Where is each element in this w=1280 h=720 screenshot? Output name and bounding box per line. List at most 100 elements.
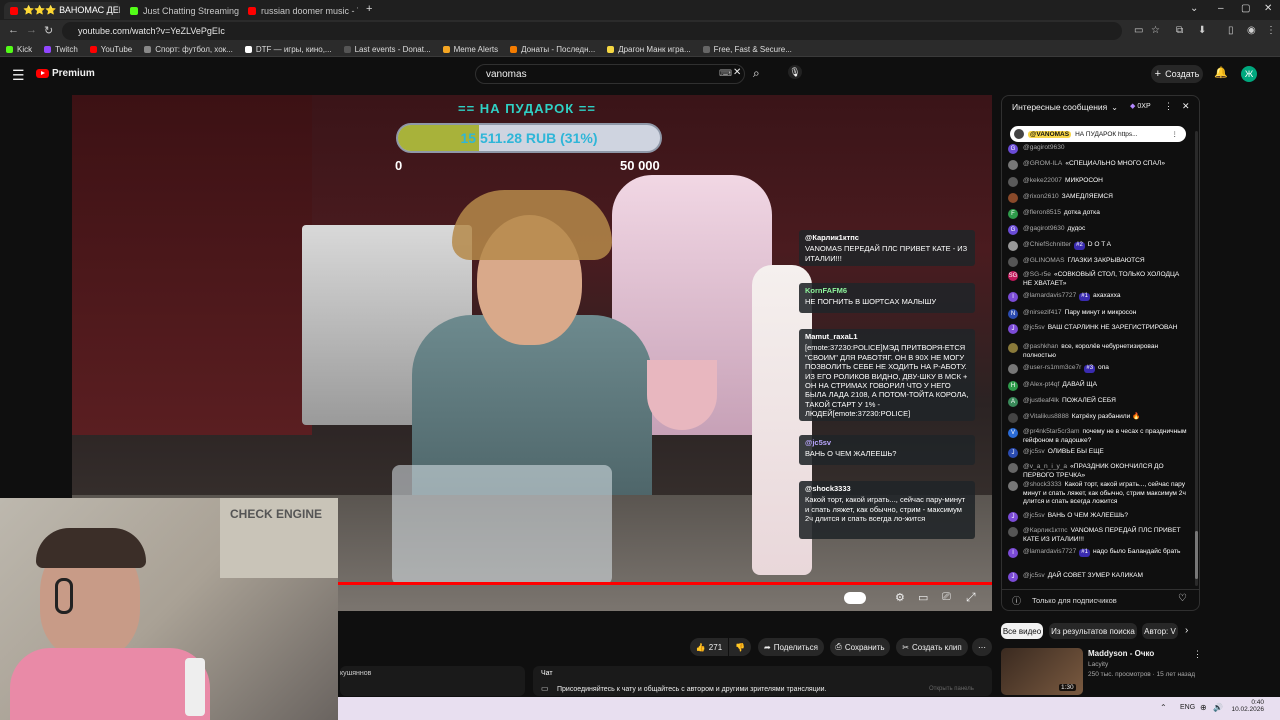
tray-chevron-icon[interactable]: ⌃ bbox=[1160, 703, 1167, 712]
network-icon[interactable]: ⊕ bbox=[1200, 703, 1207, 712]
profile-icon[interactable]: ◉ bbox=[1247, 25, 1256, 36]
chat-avatar[interactable]: V bbox=[1008, 428, 1018, 438]
tab-just-chatting[interactable]: Just Chatting Streaming - Live ✕ bbox=[124, 2, 240, 19]
volume-icon[interactable]: 🔊 bbox=[1213, 703, 1223, 712]
bookmark-donations[interactable]: Донаты - Последн... bbox=[510, 45, 595, 54]
menu-icon[interactable]: ⋮ bbox=[1266, 25, 1276, 36]
rec-channel[interactable]: Lacyity bbox=[1088, 661, 1108, 668]
fullscreen-icon[interactable]: ⤢ bbox=[966, 590, 976, 605]
like-button[interactable]: 👍 271 bbox=[690, 638, 728, 656]
pinned-more-icon[interactable]: ⋮ bbox=[1172, 130, 1179, 138]
chat-username[interactable]: @Alex-pt4qf bbox=[1023, 381, 1059, 388]
chevron-right-icon[interactable]: › bbox=[1185, 625, 1188, 636]
cast-icon[interactable]: ⎚ bbox=[942, 591, 951, 604]
chat-avatar[interactable]: J bbox=[1008, 324, 1018, 334]
pinned-message[interactable]: @VANOMAS НА ПУДАРОК https... ⋮ bbox=[1010, 126, 1186, 142]
rec-tab-all[interactable]: Все видео bbox=[1001, 623, 1043, 639]
new-tab-button[interactable]: + bbox=[366, 3, 372, 15]
chat-username[interactable]: @rixon2610 bbox=[1023, 193, 1059, 200]
chat-username[interactable]: @jc5sv bbox=[1023, 324, 1045, 331]
chat-avatar[interactable]: G bbox=[1008, 144, 1018, 154]
save-button[interactable]: ⎙ Сохранить bbox=[830, 638, 890, 656]
account-avatar[interactable]: Ж bbox=[1241, 66, 1257, 82]
bookmark-star-icon[interactable]: ☆ bbox=[1151, 25, 1160, 36]
notifications-bell-icon[interactable]: 🔔 bbox=[1214, 66, 1228, 79]
autoplay-toggle[interactable] bbox=[844, 592, 866, 604]
bookmark-meme-alerts[interactable]: Meme Alerts bbox=[442, 45, 498, 54]
xp-indicator[interactable]: ◆ 0XP bbox=[1130, 102, 1151, 111]
reload-icon[interactable]: ↻ bbox=[44, 24, 53, 37]
rec-tab-author[interactable]: Автор: V bbox=[1142, 623, 1178, 639]
chat-avatar[interactable] bbox=[1008, 343, 1018, 353]
bookmark-free-fast[interactable]: Free, Fast & Secure... bbox=[702, 45, 792, 54]
chat-avatar[interactable]: H bbox=[1008, 381, 1018, 391]
url-field[interactable]: youtube.com/watch?v=YeZLVePgEIc bbox=[62, 22, 1122, 40]
clock[interactable]: 0:40 10.02.2026 bbox=[1230, 699, 1264, 713]
rec-thumbnail[interactable]: 1:30 bbox=[1001, 648, 1083, 695]
chat-username[interactable]: @jc5sv bbox=[1023, 512, 1045, 519]
dislike-button[interactable]: 👎 bbox=[729, 638, 751, 656]
chat-avatar[interactable]: A bbox=[1008, 397, 1018, 407]
bookmark-dtf[interactable]: DTF — игры, кино,... bbox=[244, 45, 332, 54]
miniplayer-icon[interactable]: ▭ bbox=[918, 591, 928, 604]
chat-username[interactable]: @gagirot9630 bbox=[1023, 144, 1065, 151]
clear-search-icon[interactable]: ✕ bbox=[733, 67, 741, 78]
chat-avatar[interactable]: l bbox=[1008, 292, 1018, 302]
back-icon[interactable]: ← bbox=[8, 24, 19, 36]
chat-username[interactable]: @ChiefSchnitter bbox=[1023, 241, 1071, 248]
tab-doomer-music[interactable]: russian doomer music - YouTub ✕ bbox=[242, 2, 358, 19]
chat-username[interactable]: @v_a_n_i_y_a bbox=[1023, 463, 1067, 470]
forward-icon[interactable]: → bbox=[26, 24, 37, 36]
chat-avatar[interactable]: F bbox=[1008, 209, 1018, 219]
chat-avatar[interactable] bbox=[1008, 177, 1018, 187]
chat-avatar[interactable] bbox=[1008, 193, 1018, 203]
chat-username[interactable]: @jc5sv bbox=[1023, 572, 1045, 579]
bookmark-twitch[interactable]: Twitch bbox=[44, 45, 78, 54]
chat-username[interactable]: @SG-r5e bbox=[1023, 271, 1051, 278]
chat-username[interactable]: @fleron8515 bbox=[1023, 209, 1061, 216]
settings-gear-icon[interactable]: ⚙ bbox=[895, 591, 905, 604]
create-button[interactable]: + Создать bbox=[1151, 65, 1203, 83]
chat-avatar[interactable]: N bbox=[1008, 309, 1018, 319]
chat-username[interactable]: @keke22007 bbox=[1023, 177, 1062, 184]
open-chat-button[interactable]: Открыть панель bbox=[929, 686, 974, 692]
chat-avatar[interactable] bbox=[1008, 463, 1018, 473]
sidebar-icon[interactable]: ▯ bbox=[1228, 25, 1234, 36]
rec-tab-search[interactable]: Из результатов поиска bbox=[1049, 623, 1137, 639]
chat-mode-dropdown[interactable]: Интересные сообщения ⌄ bbox=[1012, 102, 1118, 112]
cast-icon[interactable]: ▭ bbox=[1134, 25, 1143, 36]
chat-avatar[interactable]: J bbox=[1008, 512, 1018, 522]
chat-username[interactable]: @jc5sv bbox=[1023, 448, 1045, 455]
chat-scrollbar[interactable] bbox=[1195, 131, 1198, 586]
downloads-icon[interactable]: ⬇ bbox=[1198, 25, 1206, 36]
close-chat-icon[interactable]: ✕ bbox=[1182, 101, 1190, 112]
chat-avatar[interactable] bbox=[1008, 241, 1018, 251]
chat-username[interactable]: @Карлик1ктпс bbox=[1023, 527, 1068, 534]
heart-icon[interactable]: ♡ bbox=[1178, 593, 1187, 604]
chat-scrollbar-thumb[interactable] bbox=[1195, 531, 1198, 579]
maximize-icon[interactable]: ▢ bbox=[1241, 3, 1250, 14]
hamburger-menu-icon[interactable]: ☰ bbox=[12, 67, 25, 84]
bookmark-donat[interactable]: Last events - Donat... bbox=[343, 45, 431, 54]
description-box[interactable]: кушяннов bbox=[340, 666, 525, 696]
bookmark-kick[interactable]: Kick bbox=[6, 45, 32, 54]
chat-avatar[interactable] bbox=[1008, 481, 1018, 491]
chat-username[interactable]: @Vitalikus8888 bbox=[1023, 413, 1069, 420]
chat-username[interactable]: @lamardavis7727 bbox=[1023, 292, 1076, 299]
chat-username[interactable]: @GROM-ILA bbox=[1023, 160, 1062, 167]
tab-vanomas[interactable]: ⭐⭐⭐ ВАНОМАС ДЕНЬ 🔈 ✕ bbox=[4, 2, 120, 19]
chat-avatar[interactable] bbox=[1008, 364, 1018, 374]
more-actions-button[interactable]: ⋯ bbox=[972, 638, 992, 656]
clip-button[interactable]: ✂ Создать клип bbox=[896, 638, 968, 656]
extensions-icon[interactable]: ⧉ bbox=[1176, 25, 1183, 36]
chat-username[interactable]: @GLINOMAS bbox=[1023, 257, 1065, 264]
tab-search-icon[interactable]: ⌄ bbox=[1190, 3, 1198, 14]
chat-avatar[interactable] bbox=[1008, 527, 1018, 537]
close-window-icon[interactable]: ✕ bbox=[1264, 3, 1272, 14]
minimize-icon[interactable]: – bbox=[1218, 3, 1224, 14]
chat-username[interactable]: @shock3333 bbox=[1023, 481, 1062, 488]
rec-title[interactable]: Maddyson - Очко bbox=[1088, 649, 1154, 658]
bookmark-dragon[interactable]: Драгон Манк игра... bbox=[607, 45, 691, 54]
chat-username[interactable]: @pashkhan bbox=[1023, 343, 1058, 350]
chat-avatar[interactable]: G bbox=[1008, 225, 1018, 235]
